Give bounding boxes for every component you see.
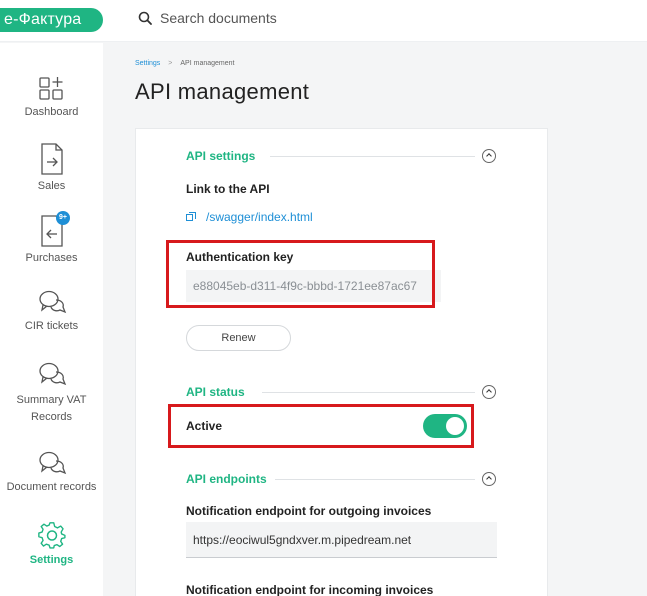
api-active-toggle[interactable]	[423, 414, 467, 438]
api-link-text: /swagger/index.html	[206, 210, 313, 224]
breadcrumb: Settings > API management	[135, 60, 234, 67]
sidebar-item-document-records[interactable]: Document records	[0, 449, 103, 493]
page-title: API management	[135, 79, 310, 104]
auth-key-label: Authentication key	[186, 250, 294, 264]
section-divider	[262, 392, 475, 393]
chat-bubbles-icon	[38, 290, 66, 314]
collapse-api-endpoints-button[interactable]	[482, 472, 496, 486]
sidebar-item-label: Purchases	[25, 252, 78, 264]
api-link-label: Link to the API	[186, 182, 270, 196]
sidebar-item-label: CIR tickets	[24, 320, 79, 332]
api-swagger-link[interactable]: /swagger/index.html	[186, 210, 313, 224]
api-endpoints-heading: API endpoints	[186, 472, 267, 486]
section-divider	[270, 156, 475, 157]
sidebar-item-label: Settings	[29, 554, 74, 566]
breadcrumb-settings-link[interactable]: Settings	[135, 60, 160, 67]
sidebar-item-cir-tickets[interactable]: CIR tickets	[0, 288, 103, 332]
collapse-api-settings-button[interactable]	[482, 149, 496, 163]
collapse-api-status-button[interactable]	[482, 385, 496, 399]
api-status-heading: API status	[186, 385, 245, 399]
search-input[interactable]: Search documents	[160, 10, 277, 26]
section-divider	[275, 479, 475, 480]
breadcrumb-separator: >	[168, 60, 173, 67]
app-logo[interactable]: e-Фактура	[0, 8, 103, 32]
search-bar[interactable]: Search documents	[138, 10, 277, 26]
sidebar: Dashboard Sales 9+ Purchases CIR tickets	[0, 43, 103, 596]
purchases-count-badge: 9+	[56, 211, 70, 225]
sidebar-item-sales[interactable]: Sales	[0, 142, 103, 192]
sales-doc-arrow-right-icon	[40, 143, 63, 175]
sidebar-item-label: Dashboard	[24, 106, 79, 118]
sidebar-item-purchases[interactable]: 9+ Purchases	[0, 211, 103, 264]
sidebar-item-dashboard[interactable]: Dashboard	[0, 74, 103, 118]
outgoing-endpoint-label: Notification endpoint for outgoing invoi…	[186, 504, 432, 518]
breadcrumb-current: API management	[180, 60, 235, 67]
sidebar-item-label: Summary VAT Records	[16, 394, 87, 423]
outgoing-endpoint-input[interactable]: https://eociwul5gndxver.m.pipedream.net	[186, 522, 497, 558]
sidebar-item-settings[interactable]: Settings	[0, 520, 103, 566]
api-active-label: Active	[186, 419, 223, 433]
auth-key-field[interactable]: e88045eb-d311-4f9c-bbbd-1721ee87ac67	[186, 270, 441, 302]
api-settings-heading: API settings	[186, 149, 256, 163]
top-bar: e-Фактура Search documents	[0, 0, 647, 42]
chat-bubbles-icon	[38, 451, 66, 475]
dashboard-grid-icon	[38, 77, 63, 100]
search-icon	[138, 11, 152, 25]
incoming-endpoint-label: Notification endpoint for incoming invoi…	[186, 583, 434, 596]
chat-bubbles-icon	[38, 362, 66, 386]
renew-button[interactable]: Renew	[186, 325, 291, 351]
gear-icon	[37, 522, 66, 549]
copy-icon	[186, 212, 196, 221]
sidebar-item-summary-vat-records[interactable]: Summary VAT Records	[0, 360, 103, 426]
sidebar-item-label: Sales	[37, 180, 66, 192]
sidebar-item-label: Document records	[6, 481, 97, 493]
